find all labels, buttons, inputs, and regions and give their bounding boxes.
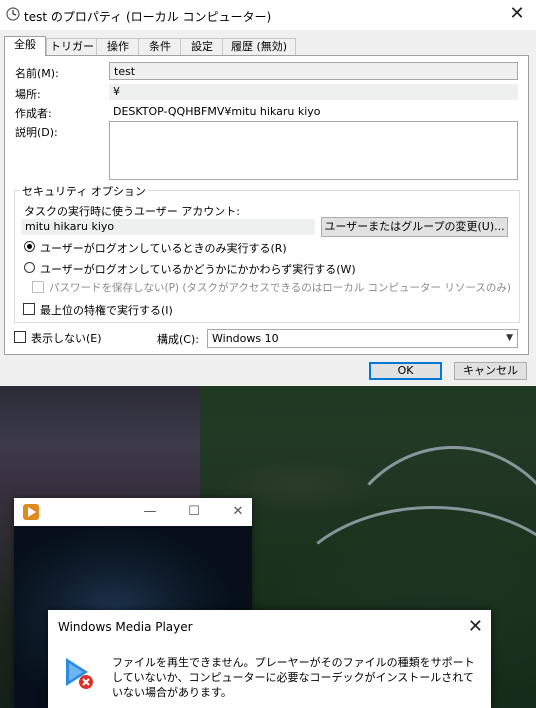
account-label: タスクの実行時に使うユーザー アカウント: (24, 205, 240, 218)
cancel-button[interactable]: キャンセル (454, 362, 527, 380)
description-label: 説明(D): (15, 126, 58, 139)
error-dialog-title: Windows Media Player (58, 620, 193, 634)
highest-privileges-label[interactable]: 最上位の特権で実行する(I) (40, 302, 173, 318)
tab-actions[interactable]: 操作 (96, 38, 140, 55)
run-whether-logged-on-label[interactable]: ユーザーがログオンしているかどうかにかかわらず実行する(W) (40, 261, 356, 277)
configure-for-value: Windows 10 (212, 332, 279, 345)
ok-button[interactable]: OK (369, 362, 442, 380)
close-button[interactable]: ✕ (504, 2, 530, 26)
security-options-title: セキュリティ オプション (20, 183, 148, 199)
tab-triggers[interactable]: トリガー (46, 38, 98, 55)
configure-for-select[interactable]: Windows 10 ▼ (207, 329, 518, 348)
media-player-close-button[interactable]: ✕ (226, 502, 250, 522)
account-value: mitu hikaru kiyo (21, 219, 315, 235)
tab-settings[interactable]: 設定 (180, 38, 224, 55)
name-label: 名前(M): (15, 67, 59, 80)
task-scheduler-clock-icon (6, 7, 20, 21)
tab-history[interactable]: 履歴 (無効) (222, 38, 296, 55)
media-player-app-icon (23, 504, 39, 520)
do-not-store-password-label: パスワードを保存しない(P) (タスクがアクセスできるのはローカル コンピュータ… (49, 282, 511, 294)
change-user-button[interactable]: ユーザーまたはグループの変更(U)... (321, 217, 508, 237)
error-dialog-close-button[interactable]: ✕ (468, 616, 483, 637)
tab-general[interactable]: 全般 (4, 36, 46, 56)
location-label: 場所: (15, 88, 41, 101)
description-field[interactable] (109, 121, 518, 180)
configure-label: 構成(C): (157, 333, 199, 346)
task-properties-dialog: test のプロパティ (ローカル コンピューター) ✕ 全般 トリガー 操作 … (0, 0, 536, 386)
title-bar: test のプロパティ (ローカル コンピューター) ✕ (0, 0, 536, 30)
minimize-button[interactable]: — (138, 502, 162, 522)
hidden-checkbox[interactable] (14, 331, 26, 343)
run-only-logged-on-label[interactable]: ユーザーがログオンしているときのみ実行する(R) (40, 240, 287, 256)
author-label: 作成者: (15, 107, 52, 120)
media-player-title-bar: — ☐ ✕ (14, 498, 252, 526)
author-value: DESKTOP-QQHBFMV¥mitu hikaru kiyo (113, 105, 321, 118)
chevron-down-icon: ▼ (506, 333, 513, 343)
location-value: ¥ (109, 84, 518, 100)
highest-privileges-checkbox[interactable] (23, 303, 35, 315)
hidden-label[interactable]: 表示しない(E) (31, 330, 102, 346)
window-title: test のプロパティ (ローカル コンピューター) (24, 10, 272, 24)
error-message: ファイルを再生できません。プレーヤーがそのファイルの種類をサポートしていないか、… (112, 656, 475, 699)
run-only-logged-on-radio[interactable] (24, 241, 35, 252)
run-whether-logged-on-radio[interactable] (24, 262, 35, 273)
do-not-store-password-checkbox[interactable] (32, 281, 44, 293)
media-player-error-icon (66, 658, 93, 689)
tab-conditions[interactable]: 条件 (138, 38, 182, 55)
media-player-error-dialog: Windows Media Player ✕ ファイルを再生できません。プレーヤ… (48, 610, 491, 708)
name-field[interactable]: test (109, 62, 518, 80)
maximize-button[interactable]: ☐ (182, 502, 206, 522)
